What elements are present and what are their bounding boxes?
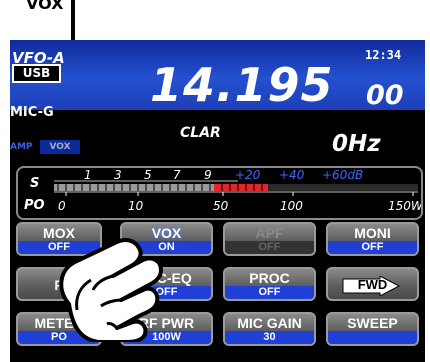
s-tick-plus40: +40 [279, 168, 305, 182]
mic-gain-value: 30 [225, 331, 314, 344]
s-tick-plus60: +60dB [322, 168, 363, 182]
po-meter-label: PO [24, 198, 45, 213]
po-tick-150: 150W [388, 199, 421, 213]
s-tick-1: 1 [84, 168, 92, 182]
vox-callout-label: VOX [26, 0, 64, 13]
meter-scale: S PO 1 3 5 7 9 +20 +40 +60dB 0 10 50 100… [24, 168, 424, 213]
moni-label: MONI [354, 225, 391, 241]
s-tick-9: 9 [204, 168, 212, 182]
proc-value: OFF [225, 286, 314, 299]
po-tick-50: 50 [213, 199, 229, 213]
s-tick-5: 5 [144, 168, 152, 182]
apf-value: OFF [225, 241, 314, 254]
clar-offset[interactable]: 0Hz [332, 131, 381, 157]
sweep-label: SWEEP [347, 315, 398, 331]
s-tick-3: 3 [114, 168, 122, 182]
amp-label: AMP [10, 142, 33, 152]
frequency-sub[interactable]: 00 [366, 80, 404, 111]
s-tick-7: 7 [173, 168, 181, 182]
moni-value: OFF [328, 241, 417, 254]
proc-label: PROC [249, 270, 290, 286]
proc-button[interactable]: PROC OFF [223, 267, 316, 301]
po-tick-0: 0 [58, 199, 66, 213]
apf-button[interactable]: APF OFF [223, 222, 316, 256]
fwd-button[interactable]: FWD [326, 267, 419, 301]
mic-gain-button[interactable]: MIC GAIN 30 [223, 312, 316, 346]
vox-callout-box [34, 128, 84, 163]
clar-label: CLAR [180, 125, 221, 141]
mic-gain-btn-label: MIC GAIN [237, 315, 302, 331]
s-meter-label: S [30, 176, 39, 191]
s-tick-plus20: +20 [235, 168, 261, 182]
clock: 12:34 [365, 48, 402, 62]
sweep-button[interactable]: SWEEP [326, 312, 419, 346]
fwd-label: FWD [357, 277, 388, 292]
po-tick-100: 100 [280, 199, 303, 213]
mode-indicator[interactable]: USB [12, 64, 61, 83]
mic-gain-label: MIC-G [10, 105, 54, 120]
apf-label: APF [255, 225, 284, 241]
pointing-hand-icon [59, 238, 163, 342]
po-tick-10: 10 [128, 199, 144, 213]
moni-button[interactable]: MONI OFF [326, 222, 419, 256]
sweep-value [328, 331, 417, 344]
frequency-main[interactable]: 14.195 [150, 58, 334, 112]
